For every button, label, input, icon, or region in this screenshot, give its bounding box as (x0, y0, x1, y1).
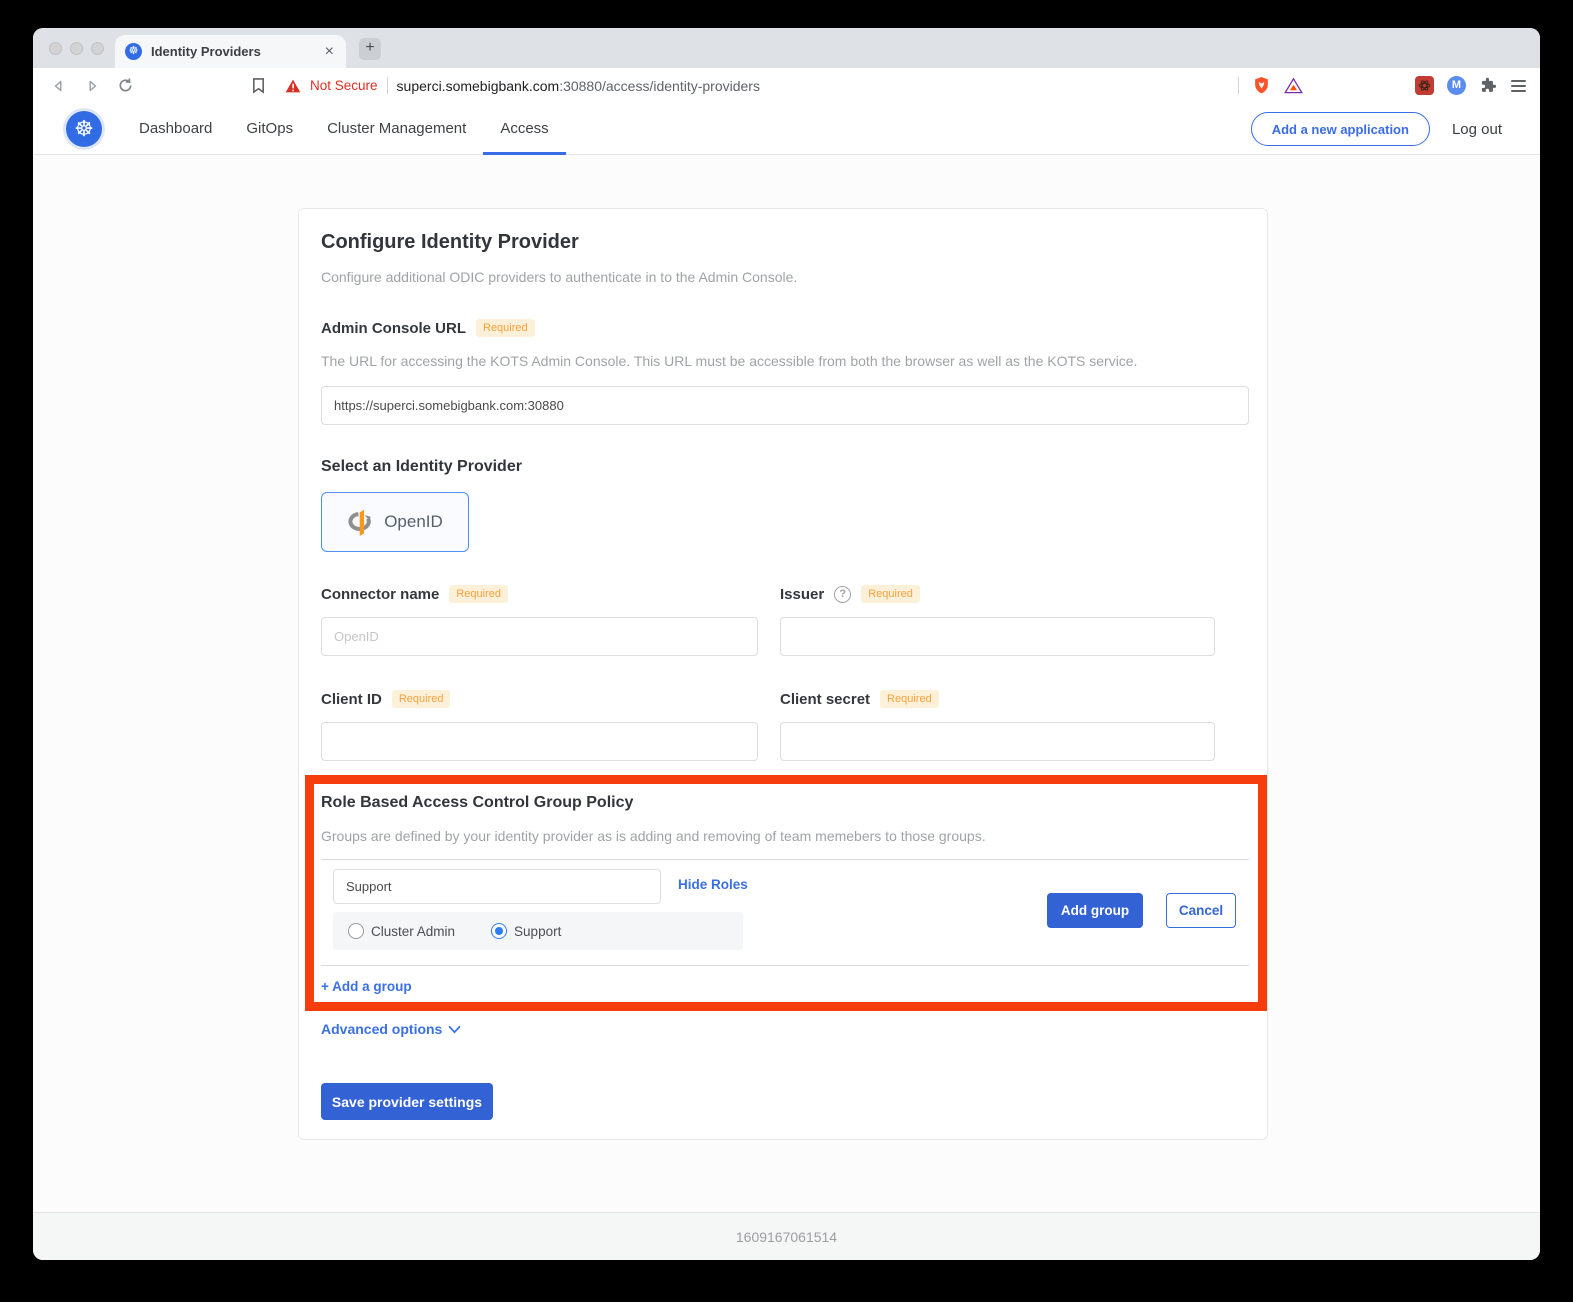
browser-tab-bar: ☸ Identity Providers × + (33, 28, 1540, 68)
divider (321, 859, 1249, 860)
profile-avatar-icon[interactable]: M (1447, 76, 1466, 95)
nav-item-access[interactable]: Access (500, 103, 548, 155)
connector-name-label-row: Connector name Required (321, 585, 508, 603)
address-bar[interactable]: Not Secure superci.somebigbank.com:30880… (285, 68, 760, 103)
back-icon[interactable] (51, 78, 67, 94)
browser-window: ☸ Identity Providers × + Not Secure supe… (33, 28, 1540, 1260)
kubernetes-favicon-icon: ☸ (125, 43, 142, 60)
issuer-input[interactable] (780, 617, 1215, 656)
required-badge: Required (476, 319, 535, 337)
page-subtitle: Configure additional ODIC providers to a… (321, 269, 797, 285)
extension-icon[interactable] (1415, 76, 1434, 95)
app-navigation: ☸ Dashboard GitOps Cluster Management Ac… (33, 103, 1540, 155)
openid-label: OpenID (384, 512, 443, 532)
nav-item-dashboard[interactable]: Dashboard (139, 103, 212, 155)
role-label: Cluster Admin (371, 924, 455, 939)
chevron-down-icon (448, 1025, 461, 1034)
cancel-button[interactable]: Cancel (1166, 893, 1236, 928)
openid-provider-tile[interactable]: OpenID (321, 492, 469, 552)
bat-rewards-icon[interactable] (1284, 76, 1303, 95)
divider (387, 77, 388, 94)
add-a-group-link[interactable]: + Add a group (321, 979, 412, 994)
browser-tab[interactable]: ☸ Identity Providers × (115, 35, 346, 68)
client-secret-label-row: Client secret Required (780, 690, 939, 708)
client-secret-label: Client secret (780, 691, 870, 708)
screenshot-stage: ☸ Identity Providers × + Not Secure supe… (0, 0, 1573, 1302)
minimize-window-button[interactable] (70, 42, 83, 55)
client-secret-input[interactable] (780, 722, 1215, 761)
nav-item-gitops[interactable]: GitOps (246, 103, 293, 155)
select-identity-provider-heading: Select an Identity Provider (321, 458, 522, 476)
logout-link[interactable]: Log out (1452, 121, 1502, 138)
advanced-options-toggle[interactable]: Advanced options (321, 1021, 461, 1037)
admin-console-url-label: Admin Console URL (321, 320, 466, 337)
add-new-application-button[interactable]: Add a new application (1251, 112, 1430, 146)
admin-console-url-label-row: Admin Console URL Required (321, 319, 535, 337)
page-footer: 1609167061514 (33, 1212, 1540, 1260)
required-badge: Required (392, 690, 451, 708)
role-radio-group: Cluster Admin Support (333, 912, 743, 950)
rbac-description: Groups are defined by your identity prov… (321, 828, 986, 844)
toolbar-right-icons: M (1238, 68, 1526, 103)
save-provider-settings-button[interactable]: Save provider settings (321, 1083, 493, 1120)
radio-icon[interactable] (348, 923, 364, 939)
warning-triangle-icon (285, 79, 301, 93)
admin-console-url-input[interactable] (321, 386, 1249, 425)
brave-shield-icon[interactable] (1252, 76, 1271, 95)
add-group-button[interactable]: Add group (1047, 893, 1143, 928)
required-badge: Required (449, 585, 508, 603)
kubernetes-logo-icon[interactable]: ☸ (66, 111, 102, 147)
hide-roles-link[interactable]: Hide Roles (678, 877, 748, 892)
required-badge: Required (880, 690, 939, 708)
role-label: Support (514, 924, 561, 939)
admin-console-url-help: The URL for accessing the KOTS Admin Con… (321, 353, 1137, 369)
connector-name-label: Connector name (321, 586, 439, 603)
main-content: Configure Identity Provider Configure ad… (33, 155, 1540, 1212)
divider (1238, 77, 1239, 94)
nav-links: Dashboard GitOps Cluster Management Acce… (139, 103, 549, 155)
window-traffic-lights (49, 42, 104, 55)
help-icon[interactable]: ? (834, 586, 851, 603)
url-host: superci.somebigbank.com (397, 78, 560, 94)
page-title: Configure Identity Provider (321, 231, 579, 254)
url-text[interactable]: superci.somebigbank.com:30880/access/ide… (397, 78, 760, 94)
forward-icon[interactable] (84, 78, 100, 94)
browser-toolbar: Not Secure superci.somebigbank.com:30880… (33, 68, 1540, 103)
radio-icon[interactable] (491, 923, 507, 939)
bookmark-icon[interactable] (251, 77, 266, 99)
role-option-support[interactable]: Support (491, 923, 561, 939)
openid-logo-icon (347, 507, 375, 537)
divider (321, 965, 1249, 966)
reload-icon[interactable] (117, 77, 134, 94)
tab-title: Identity Providers (151, 44, 323, 59)
issuer-label: Issuer (780, 586, 824, 603)
role-option-cluster-admin[interactable]: Cluster Admin (348, 923, 455, 939)
connector-name-input[interactable] (321, 617, 758, 656)
maximize-window-button[interactable] (91, 42, 104, 55)
not-secure-label[interactable]: Not Secure (310, 78, 378, 93)
issuer-label-row: Issuer ? Required (780, 585, 920, 603)
nav-right: Add a new application Log out (1251, 103, 1502, 155)
client-id-label: Client ID (321, 691, 382, 708)
client-id-input[interactable] (321, 722, 758, 761)
close-tab-icon[interactable]: × (323, 43, 336, 61)
nav-item-cluster-management[interactable]: Cluster Management (327, 103, 466, 155)
advanced-options-label: Advanced options (321, 1021, 442, 1037)
client-id-label-row: Client ID Required (321, 690, 450, 708)
group-name-input[interactable] (333, 869, 661, 904)
new-tab-button[interactable]: + (359, 38, 381, 60)
rbac-heading: Role Based Access Control Group Policy (321, 794, 633, 812)
required-badge: Required (861, 585, 920, 603)
extensions-puzzle-icon[interactable] (1479, 76, 1498, 95)
url-path: :30880/access/identity-providers (559, 78, 760, 94)
browser-nav-buttons (33, 77, 134, 94)
menu-icon[interactable] (1511, 80, 1526, 92)
close-window-button[interactable] (49, 42, 62, 55)
footer-timestamp: 1609167061514 (736, 1229, 837, 1245)
configure-identity-provider-card: Configure Identity Provider Configure ad… (298, 208, 1268, 1140)
